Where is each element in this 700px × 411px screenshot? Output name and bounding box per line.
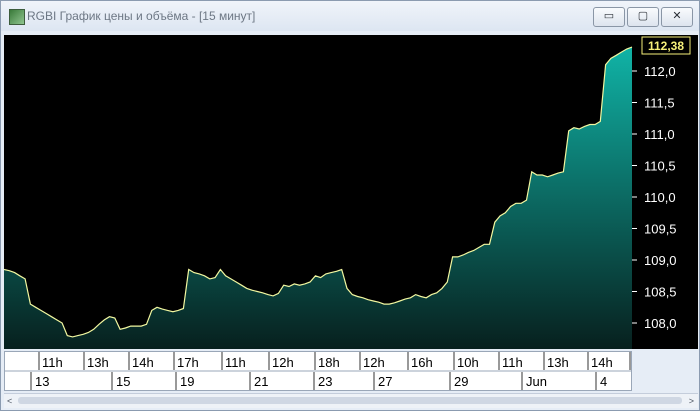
- chart-app-icon: [9, 9, 25, 25]
- x-time-label: 17h: [177, 355, 199, 370]
- x-date-label: 19: [180, 374, 194, 389]
- price-chart-svg: 108,0 108,5 109,0 109,5 110,0 110,5 111,0 111,5…: [4, 36, 691, 349]
- x-date-label: 29: [454, 374, 468, 389]
- close-button[interactable]: ✕: [661, 7, 693, 27]
- x-time-label: 11h: [225, 355, 246, 370]
- x-date-label: 27: [378, 374, 392, 389]
- y-tick-label: 109,0: [644, 253, 677, 268]
- x-time-label: 12h: [272, 355, 294, 370]
- x-time-label: 11h: [42, 355, 63, 370]
- x-time-label: 18h: [318, 355, 340, 370]
- time-axis: 11h 13h 14h 17h 11h 12h 18h 12h 16h 10h 11h 13h 14h 1…: [4, 351, 655, 391]
- scroll-thumb[interactable]: [18, 397, 682, 404]
- x-time-label: 10h: [457, 355, 479, 370]
- x-time-label: 12h: [363, 355, 385, 370]
- x-time-label: 13h: [87, 355, 109, 370]
- x-date-label: 21: [254, 374, 268, 389]
- last-price-badge: 112,38: [641, 36, 691, 55]
- x-date-label: 4: [600, 374, 607, 389]
- y-tick-label: 108,0: [644, 316, 677, 331]
- x-date-label: Jun: [526, 374, 547, 389]
- x-time-label: 11h: [502, 355, 523, 370]
- y-tick-label: 110,5: [644, 159, 676, 174]
- app-window: RGBI График цены и объёма - [15 минут] ▭…: [0, 0, 700, 411]
- x-date-label: 23: [318, 374, 332, 389]
- y-tick-label: 109,5: [644, 222, 677, 237]
- price-area: [4, 47, 632, 349]
- x-time-label: 16h: [411, 355, 433, 370]
- scroll-left-icon[interactable]: <: [7, 396, 12, 406]
- x-time-label: 13h: [547, 355, 569, 370]
- scroll-right-icon[interactable]: >: [689, 396, 694, 406]
- title-bar[interactable]: RGBI График цены и объёма - [15 минут] ▭…: [1, 1, 699, 31]
- time-axis-svg: 11h 13h 14h 17h 11h 12h 18h 12h 16h 10h 11h 13h 14h1…: [5, 352, 655, 390]
- y-tick-label: 111,0: [644, 127, 675, 142]
- x-date-label: 15: [116, 374, 130, 389]
- x-date-label: 13: [35, 374, 49, 389]
- minimize-button[interactable]: ▭: [593, 7, 625, 27]
- y-tick-label: 108,5: [644, 285, 677, 300]
- x-time-label: 14h: [591, 355, 613, 370]
- y-tick-label: 111,5: [644, 96, 675, 111]
- last-price: 112,38: [648, 39, 684, 53]
- horizontal-scrollbar[interactable]: < >: [4, 393, 698, 408]
- y-axis: 108,0 108,5 109,0 109,5 110,0 110,5 111,0 111,5…: [632, 64, 677, 331]
- price-chart[interactable]: 108,0 108,5 109,0 109,5 110,0 110,5 111,0 111,5…: [4, 35, 698, 349]
- maximize-button[interactable]: ▢: [627, 7, 659, 27]
- x-time-label: 14h: [132, 355, 154, 370]
- y-tick-label: 110,0: [644, 190, 676, 205]
- window-title: RGBI График цены и объёма - [15 минут]: [27, 9, 256, 23]
- y-tick-label: 112,0: [644, 64, 676, 79]
